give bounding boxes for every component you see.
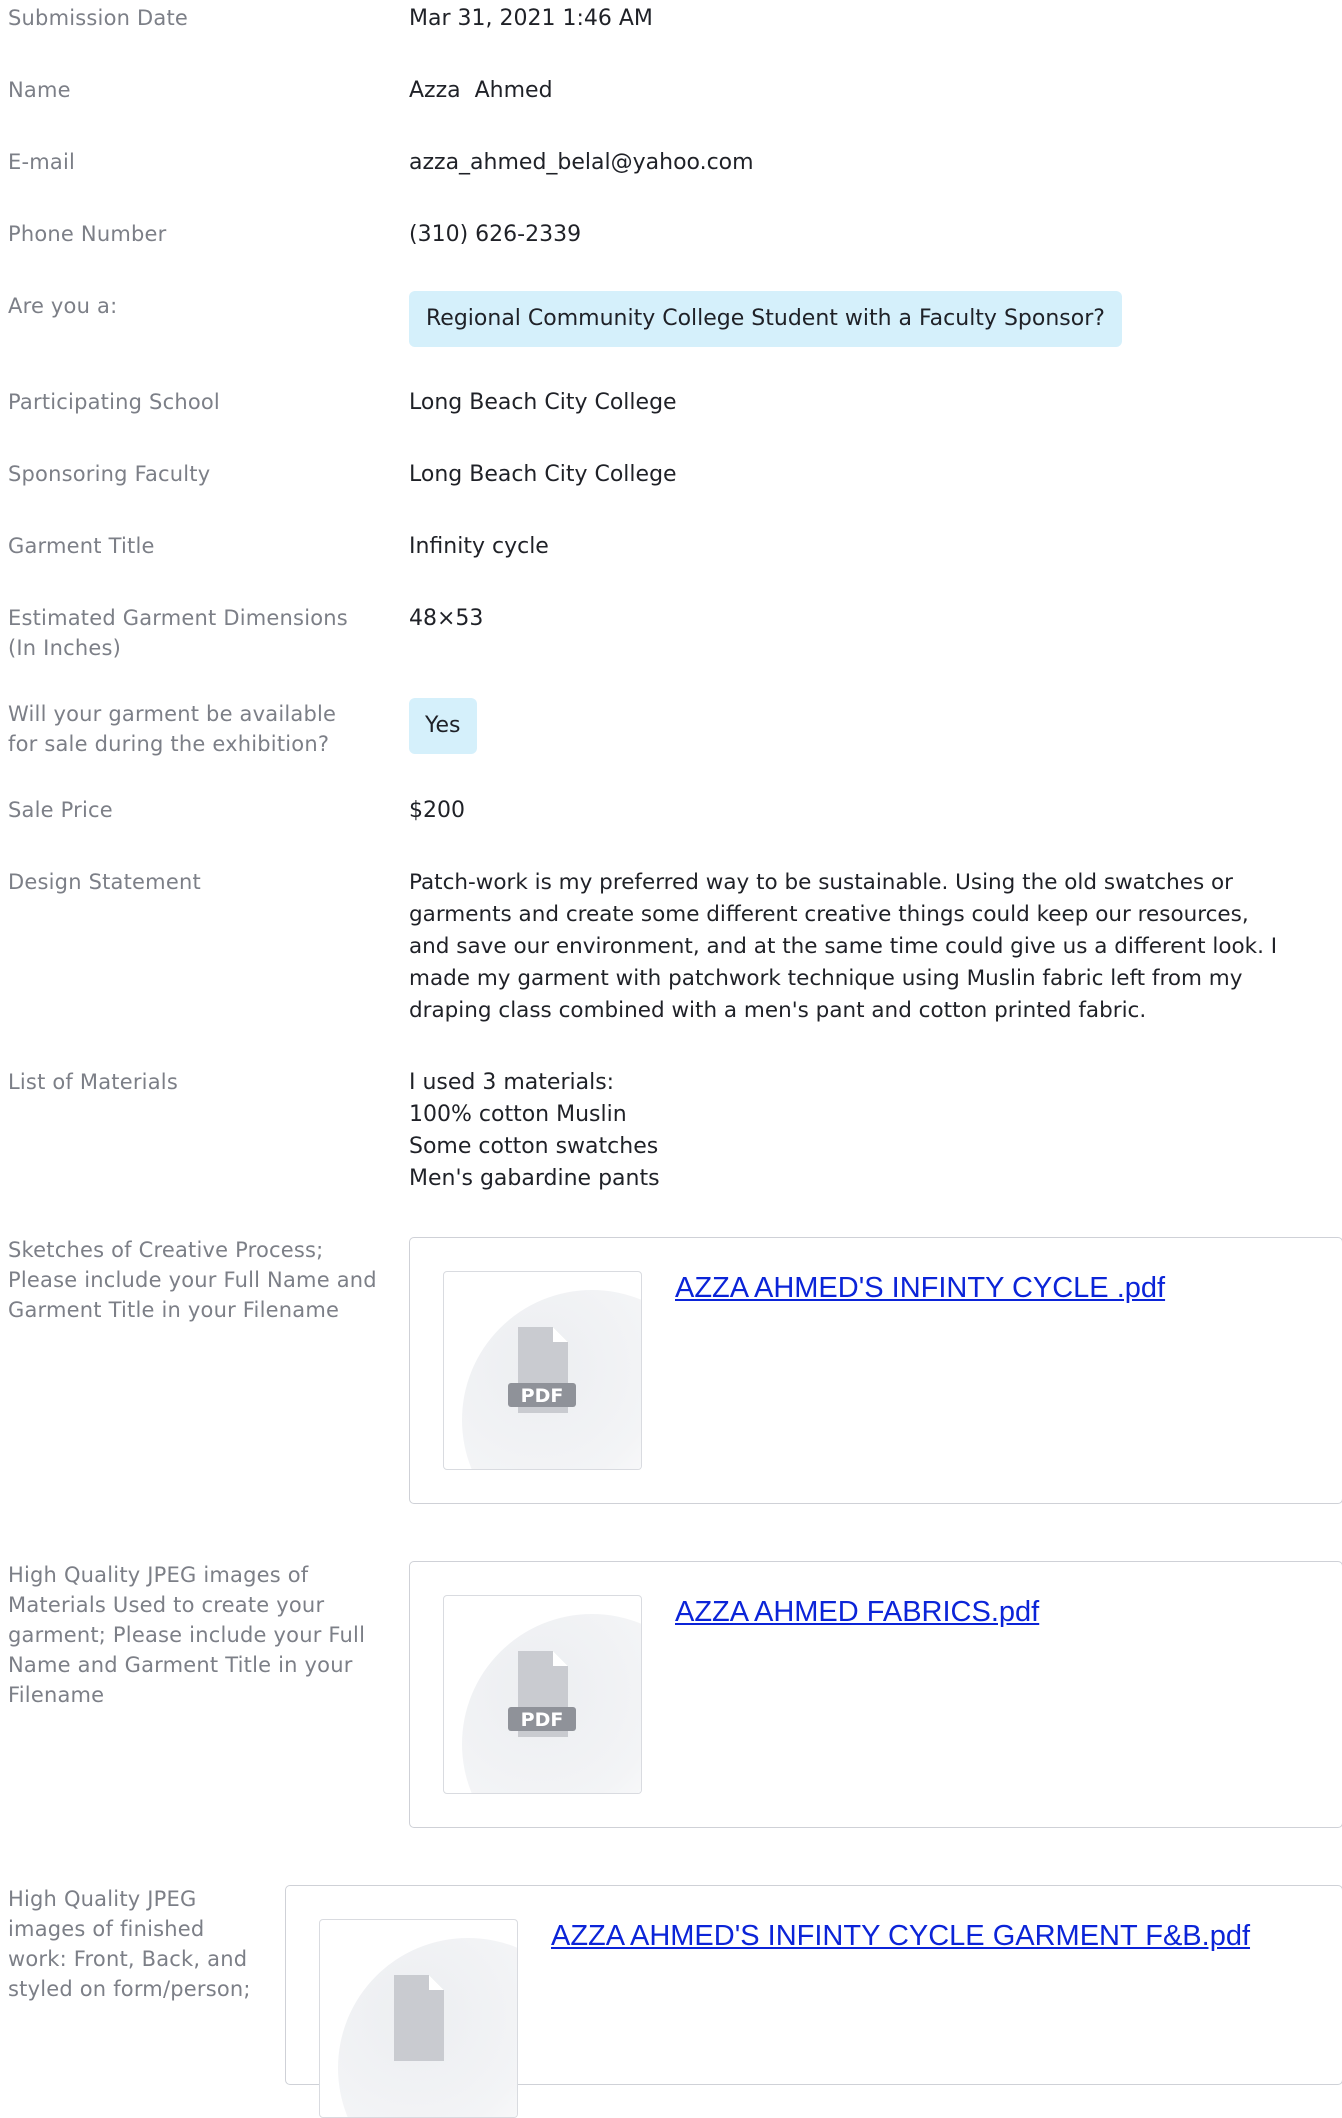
pdf-file-icon: PDF <box>508 1327 576 1413</box>
file-thumbnail-finished-images[interactable] <box>319 1919 518 2118</box>
value-sale-price: $200 <box>409 798 465 823</box>
choice-chip-are-you: Regional Community College Student with … <box>409 291 1122 347</box>
value-phone: (310) 626-2339 <box>409 222 582 247</box>
file-thumbnail-materials-images[interactable]: PDF <box>443 1595 642 1794</box>
label-name: Name <box>8 78 71 102</box>
pdf-badge-label: PDF <box>521 1709 564 1731</box>
label-finished-images-line: High Quality JPEG <box>8 1887 197 1911</box>
value-dimensions: 48×53 <box>409 606 484 631</box>
design-statement-line: made my garment with patchwork technique… <box>409 966 1243 991</box>
value-materials: I used 3 materials: 100% cotton Muslin S… <box>409 1067 660 1195</box>
file-link-materials-images[interactable]: AZZA AHMED FABRICS.pdf <box>675 1594 1039 1630</box>
pdf-file-icon <box>394 1975 444 2061</box>
label-finished-images-line: images of finished <box>8 1917 205 1941</box>
pdf-file-icon: PDF <box>508 1651 576 1737</box>
file-link-sketches[interactable]: AZZA AHMED'S INFINTY CYCLE .pdf <box>675 1270 1165 1306</box>
value-name: Azza Ahmed <box>409 78 553 103</box>
design-statement-line: garments and create some different creat… <box>409 902 1249 927</box>
value-email: azza_ahmed_belal@yahoo.com <box>409 150 754 175</box>
label-are-you: Are you a: <box>8 294 118 318</box>
value-submission-date: Mar 31, 2021 1:46 AM <box>409 6 653 31</box>
label-for-sale: Will your garment be available for sale … <box>8 699 336 759</box>
pdf-badge-label: PDF <box>521 1385 564 1407</box>
label-materials-images-line: Name and Garment Title in your <box>8 1653 353 1677</box>
label-materials-images-line: Filename <box>8 1683 105 1707</box>
design-statement-line: and save our environment, and at the sam… <box>409 934 1278 959</box>
materials-line: Some cotton swatches <box>409 1134 659 1159</box>
label-dimensions-line-2: (In Inches) <box>8 636 121 660</box>
label-sale-price: Sale Price <box>8 798 113 822</box>
label-for-sale-line-1: Will your garment be available <box>8 702 337 726</box>
label-email: E-mail <box>8 150 76 174</box>
label-sketches-line: Sketches of Creative Process; <box>8 1238 324 1262</box>
label-finished-images-line: work: Front, Back, and <box>8 1947 248 1971</box>
label-design-statement: Design Statement <box>8 870 201 894</box>
materials-line: I used 3 materials: <box>409 1070 615 1095</box>
label-finished-images: High Quality JPEG images of finished wor… <box>8 1884 251 2004</box>
file-link-finished-images[interactable]: AZZA AHMED'S INFINTY CYCLE GARMENT F&B.p… <box>551 1918 1250 1954</box>
label-materials-images-line: High Quality JPEG images of <box>8 1563 309 1587</box>
label-sketches: Sketches of Creative Process; Please inc… <box>8 1235 377 1325</box>
value-faculty: Long Beach City College <box>409 462 677 487</box>
label-for-sale-line-2: for sale during the exhibition? <box>8 732 330 756</box>
label-materials: List of Materials <box>8 1070 178 1094</box>
label-garment-title: Garment Title <box>8 534 155 558</box>
materials-line: 100% cotton Muslin <box>409 1102 627 1127</box>
value-school: Long Beach City College <box>409 390 677 415</box>
design-statement-line: Patch-work is my preferred way to be sus… <box>409 870 1233 895</box>
file-card-sketches: PDF AZZA AHMED'S INFINTY CYCLE .pdf <box>409 1237 1342 1504</box>
file-thumbnail-sketches[interactable]: PDF <box>443 1271 642 1470</box>
label-dimensions-line-1: Estimated Garment Dimensions <box>8 606 348 630</box>
value-design-statement: Patch-work is my preferred way to be sus… <box>409 867 1277 1027</box>
label-dimensions: Estimated Garment Dimensions (In Inches) <box>8 603 348 663</box>
label-faculty: Sponsoring Faculty <box>8 462 211 486</box>
label-school: Participating School <box>8 390 220 414</box>
label-sketches-line: Please include your Full Name and <box>8 1268 377 1292</box>
choice-chip-for-sale: Yes <box>409 698 477 754</box>
label-submission-date: Submission Date <box>8 6 189 30</box>
value-garment-title: Infinity cycle <box>409 534 549 559</box>
label-phone: Phone Number <box>8 222 167 246</box>
label-materials-images-line: garment; Please include your Full <box>8 1623 366 1647</box>
label-materials-images: High Quality JPEG images of Materials Us… <box>8 1560 365 1710</box>
file-card-materials-images: PDF AZZA AHMED FABRICS.pdf <box>409 1561 1342 1828</box>
label-sketches-line: Garment Title in your Filename <box>8 1298 340 1322</box>
label-materials-images-line: Materials Used to create your <box>8 1593 325 1617</box>
file-card-finished-images: AZZA AHMED'S INFINTY CYCLE GARMENT F&B.p… <box>285 1885 1342 2118</box>
label-finished-images-line: styled on form/person; <box>8 1977 251 2001</box>
materials-line: Men's gabardine pants <box>409 1166 660 1191</box>
design-statement-line: draping class combined with a men's pant… <box>409 998 1147 1023</box>
